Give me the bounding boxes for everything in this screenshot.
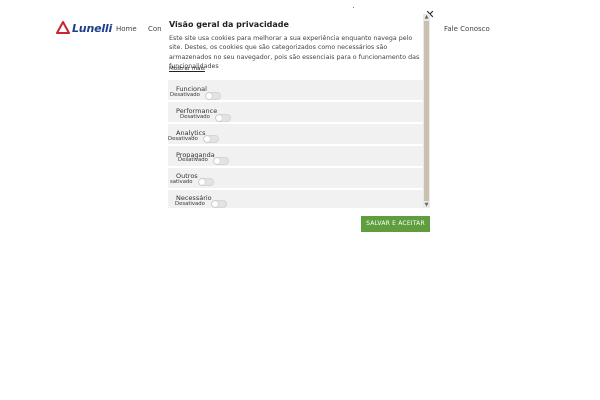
- save-and-accept-button[interactable]: SALVAR E ACEITAR: [361, 216, 430, 232]
- logo-text: Lunelli: [72, 22, 113, 35]
- stray-dot: [353, 7, 354, 8]
- category-row-analytics[interactable]: Analytics Desativado: [168, 124, 423, 144]
- category-row-necessario[interactable]: Necessário Desativado: [168, 190, 423, 208]
- modal-scrollbar[interactable]: ▲ ▼: [423, 14, 430, 208]
- category-status: Desativado: [168, 136, 198, 142]
- category-status: Desativado: [170, 92, 200, 98]
- show-more-link[interactable]: Mostrar mais: [169, 66, 205, 72]
- nav-fale-conosco[interactable]: Fale Conosco: [444, 25, 490, 33]
- toggle-outros[interactable]: [198, 178, 214, 186]
- scroll-down-arrow-icon[interactable]: ▼: [423, 202, 430, 208]
- lunelli-logo-icon: [56, 21, 70, 34]
- toggle-propaganda[interactable]: [213, 157, 229, 165]
- category-status: Desativado: [175, 201, 205, 207]
- modal-description: Este site usa cookies para melhorar a su…: [169, 35, 420, 70]
- category-row-propaganda[interactable]: Propaganda Desativado: [168, 146, 423, 166]
- toggle-necessario[interactable]: [211, 200, 227, 208]
- category-status: Desativado: [180, 114, 210, 120]
- toggle-performance[interactable]: [215, 114, 231, 122]
- category-row-funcional[interactable]: Funcional Desativado: [168, 80, 423, 100]
- category-status: Desativado: [178, 157, 208, 163]
- toggle-funcional[interactable]: [205, 92, 221, 100]
- category-row-performance[interactable]: Performance Desativado: [168, 102, 423, 122]
- scroll-up-arrow-icon[interactable]: ▲: [423, 14, 430, 20]
- modal-title: Visão geral da privacidade: [169, 20, 289, 29]
- category-row-outros[interactable]: Outros sativado: [168, 168, 423, 188]
- toggle-analytics[interactable]: [203, 135, 219, 143]
- scroll-thumb[interactable]: [424, 21, 429, 201]
- nav-con[interactable]: Con: [148, 25, 162, 33]
- nav-home[interactable]: Home: [116, 25, 137, 33]
- category-list: Funcional Desativado Performance Desativ…: [168, 80, 423, 208]
- logo[interactable]: Lunelli: [56, 21, 112, 39]
- category-status: sativado: [170, 179, 193, 185]
